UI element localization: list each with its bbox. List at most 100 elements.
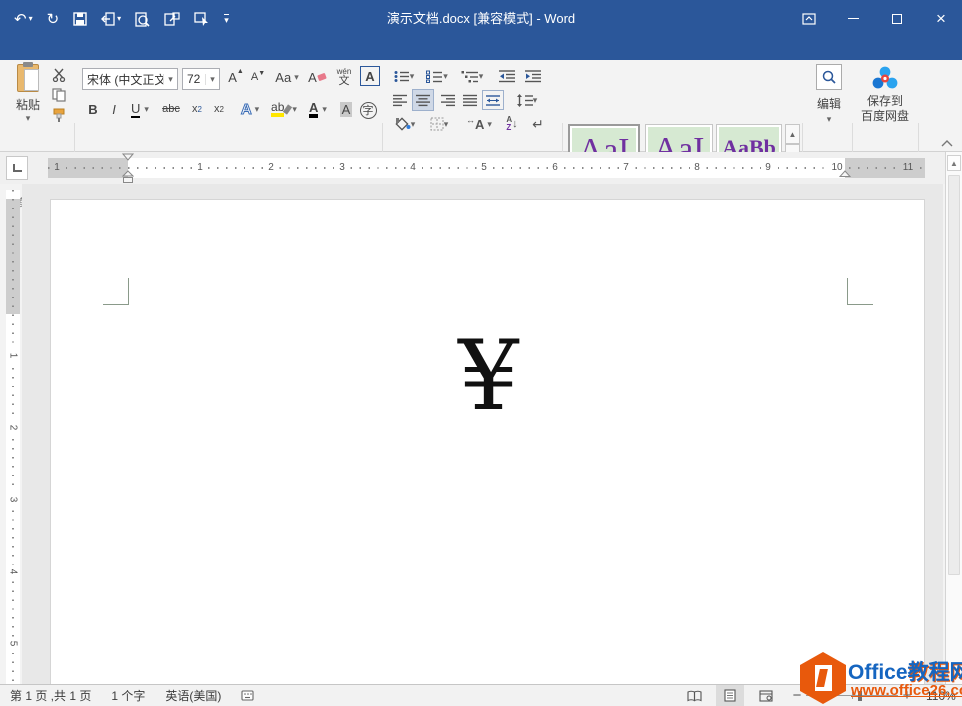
vertical-ruler[interactable]: 1 2 3 4 5 bbox=[6, 190, 20, 684]
align-right-button[interactable] bbox=[438, 90, 458, 110]
scroll-up-button[interactable]: ▲ bbox=[947, 155, 961, 171]
decrease-indent-icon bbox=[499, 70, 515, 83]
redo-button[interactable]: ↻ bbox=[47, 12, 60, 27]
ribbon: 粘贴 ▾ 剪贴板 宋体 (中文正文▾ 72▾ A▲ A▼ Aa▾ bbox=[0, 60, 962, 152]
clear-formatting-button[interactable]: A bbox=[306, 66, 328, 88]
select-object-icon bbox=[194, 12, 210, 26]
distribute-text-button[interactable] bbox=[482, 90, 504, 110]
copy-button[interactable] bbox=[48, 86, 70, 104]
scrollbar-thumb[interactable] bbox=[948, 175, 960, 575]
paste-dropdown[interactable]: ▾ bbox=[26, 113, 31, 124]
word-window: 演示文档.docx [兼容模式] - Word ↶▾ ↻ ▾ ▾ bbox=[0, 0, 962, 706]
multilevel-list-icon bbox=[461, 70, 479, 83]
print-preview-button[interactable] bbox=[135, 12, 150, 27]
undo-button[interactable]: ↶▾ bbox=[14, 12, 33, 27]
numbering-icon bbox=[426, 70, 443, 83]
vruler-ticks bbox=[12, 190, 14, 684]
strikethrough-button[interactable]: abc bbox=[158, 98, 184, 120]
character-shading-button[interactable]: A bbox=[336, 98, 356, 120]
bold-button[interactable]: B bbox=[84, 98, 102, 120]
increase-indent-button[interactable] bbox=[522, 66, 544, 86]
web-layout-icon bbox=[759, 690, 773, 702]
send-document-button[interactable] bbox=[164, 12, 180, 26]
proofing-status[interactable] bbox=[231, 689, 264, 702]
highlight-color-button[interactable]: ab▾ bbox=[268, 98, 300, 120]
justify-icon bbox=[463, 94, 477, 107]
hanging-indent-marker[interactable] bbox=[122, 170, 134, 184]
editing-button[interactable]: 编辑 ▾ bbox=[808, 64, 850, 130]
font-name-combo[interactable]: 宋体 (中文正文▾ bbox=[82, 68, 178, 90]
page-indicator[interactable]: 第 1 页 ,共 1 页 bbox=[0, 687, 101, 704]
horizontal-ruler[interactable]: 1 1 2 3 4 5 6 7 8 9 10 11 bbox=[48, 158, 925, 178]
format-painter-button[interactable] bbox=[48, 106, 70, 124]
search-icon bbox=[816, 64, 842, 90]
right-indent-marker[interactable] bbox=[839, 170, 851, 178]
first-line-indent-marker[interactable] bbox=[122, 153, 134, 161]
ribbon-display-options-button[interactable] bbox=[788, 0, 830, 37]
font-size-combo[interactable]: 72▾ bbox=[182, 68, 220, 90]
margin-corner-mark-left bbox=[103, 278, 129, 305]
eraser-icon bbox=[317, 73, 327, 81]
decrease-indent-button[interactable] bbox=[496, 66, 518, 86]
maximize-button[interactable] bbox=[876, 0, 918, 37]
font-size-dropdown[interactable]: ▾ bbox=[205, 74, 219, 85]
multilevel-list-button[interactable]: ▾ bbox=[456, 66, 488, 86]
save-button[interactable] bbox=[73, 12, 87, 26]
language-indicator[interactable]: 英语(美国) bbox=[155, 687, 231, 704]
sort-button[interactable]: A Z ↓ bbox=[500, 114, 524, 134]
justify-button[interactable] bbox=[460, 90, 480, 110]
paste-button[interactable]: 粘贴 ▾ bbox=[8, 64, 48, 130]
borders-icon bbox=[430, 117, 444, 131]
asian-layout-button[interactable]: ↔A▾ bbox=[462, 114, 496, 134]
enclose-characters-button[interactable]: 字 bbox=[358, 100, 378, 120]
document-area[interactable]: ¥ bbox=[22, 184, 943, 684]
font-name-dropdown[interactable]: ▾ bbox=[163, 74, 177, 85]
numbering-button[interactable]: ▾ bbox=[422, 66, 452, 86]
ribbon-tab-row: 文件 开始 插入 设计 布局 引用 邮件 审阅 视图 开发工具 百度网盘 告诉我… bbox=[0, 37, 962, 60]
shrink-font-button[interactable]: A▼ bbox=[248, 66, 268, 88]
font-color-button[interactable]: A▾ bbox=[304, 98, 332, 120]
text-effects-button[interactable]: A▾ bbox=[236, 98, 264, 120]
print-preview-icon bbox=[135, 12, 150, 27]
subscript-button[interactable]: x2 bbox=[188, 98, 206, 120]
grow-font-button[interactable]: A▲ bbox=[226, 66, 246, 88]
watermark-url: www.office26.com bbox=[851, 682, 962, 699]
collapse-ribbon-button[interactable] bbox=[936, 136, 958, 150]
superscript-button[interactable]: x2 bbox=[210, 98, 228, 120]
italic-button[interactable]: I bbox=[106, 98, 122, 120]
align-left-button[interactable] bbox=[390, 90, 410, 110]
styles-scroll-up-button[interactable]: ▲ bbox=[785, 124, 800, 144]
align-center-button[interactable] bbox=[412, 89, 434, 111]
close-icon: × bbox=[936, 9, 946, 29]
line-spacing-button[interactable]: ▾ bbox=[512, 90, 542, 110]
borders-button[interactable]: ▾ bbox=[424, 114, 454, 134]
underline-button[interactable]: U▾ bbox=[126, 98, 154, 120]
print-layout-button[interactable] bbox=[716, 685, 744, 706]
paint-bucket-icon bbox=[395, 117, 411, 131]
document-page[interactable]: ¥ bbox=[50, 199, 925, 684]
line-spacing-icon bbox=[517, 94, 533, 107]
read-mode-button[interactable] bbox=[680, 685, 708, 706]
margin-corner-mark-right bbox=[847, 278, 873, 305]
document-text[interactable]: ¥ bbox=[51, 328, 926, 424]
customize-qat-button[interactable]: ▾ bbox=[224, 14, 229, 25]
close-button[interactable]: × bbox=[920, 0, 962, 37]
tab-stop-selector[interactable] bbox=[6, 156, 28, 180]
send-document-icon bbox=[164, 12, 180, 26]
save-to-baidu-button[interactable]: 保存到 百度网盘 bbox=[856, 64, 914, 132]
web-layout-button[interactable] bbox=[752, 685, 780, 706]
character-border-button[interactable]: A bbox=[360, 66, 380, 86]
vertical-scrollbar[interactable]: ▲ bbox=[945, 152, 962, 684]
change-case-button[interactable]: Aa▾ bbox=[272, 66, 302, 88]
minimize-icon bbox=[848, 18, 859, 19]
ribbon-display-options-icon bbox=[802, 13, 816, 25]
phonetic-guide-button[interactable]: wén 文 bbox=[332, 64, 356, 90]
paste-special-button[interactable]: ▾ bbox=[101, 12, 121, 26]
word-count[interactable]: 1 个字 bbox=[101, 687, 155, 704]
select-object-button[interactable] bbox=[194, 12, 210, 26]
show-hide-marks-button[interactable]: ↵ bbox=[528, 114, 548, 134]
minimize-button[interactable] bbox=[832, 0, 874, 37]
bullets-button[interactable]: ▾ bbox=[390, 66, 418, 86]
cut-button[interactable] bbox=[48, 66, 70, 84]
shading-button[interactable]: ▾ bbox=[390, 114, 420, 134]
